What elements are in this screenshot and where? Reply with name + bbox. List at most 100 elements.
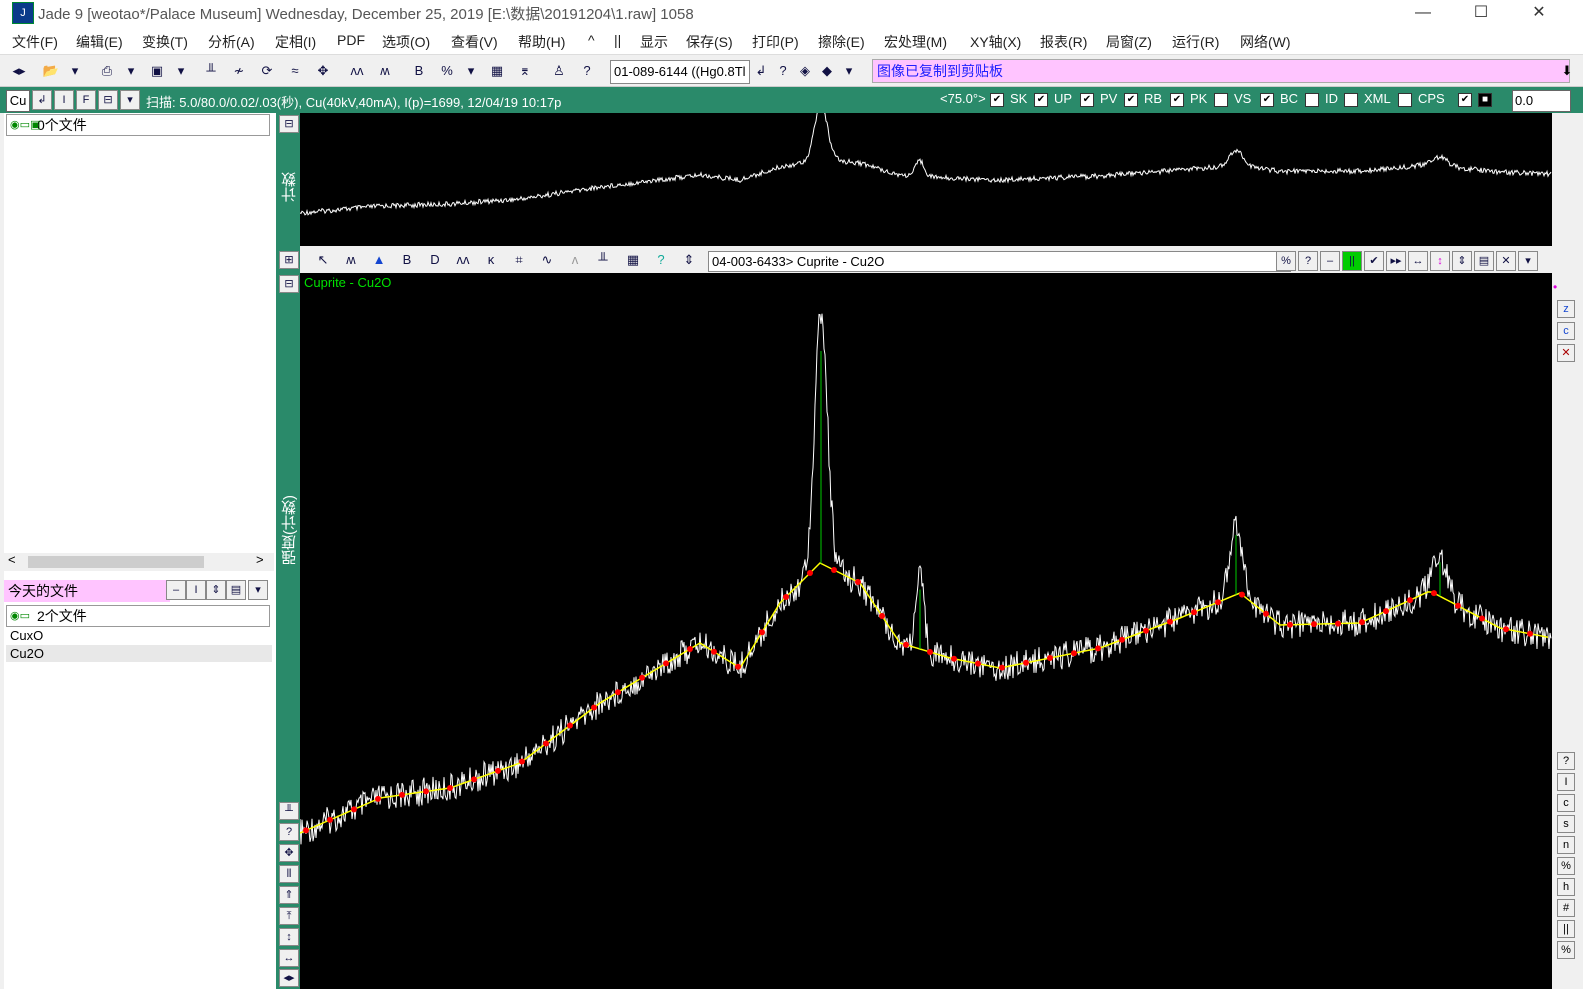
card-scale-icon[interactable]: ↕ [1430,251,1450,271]
marker-tool-icon[interactable]: ╨ [592,249,614,271]
save-dropdown-icon[interactable]: ▾ [170,60,192,82]
menu-item[interactable]: 局窗(Z) [1106,32,1152,52]
scroll-right-icon[interactable]: > [256,552,264,567]
menu-item[interactable]: 显示 [640,32,668,52]
delete-edit-icon[interactable]: D [424,249,446,271]
offset-field[interactable]: 0.0 [1512,90,1571,112]
pdf-help-icon[interactable]: ? [772,60,794,82]
checkbox-pk[interactable]: ✔ [1170,93,1184,107]
file-item[interactable]: CuxO [10,627,43,644]
menu-item[interactable]: PDF [337,32,365,48]
main-collapse-icon[interactable]: ⊟ [279,275,299,293]
side-up-icon[interactable]: ⇑ [279,886,299,904]
pdf-dropdown-icon[interactable]: ▾ [838,60,860,82]
scroll-left-icon[interactable]: < [8,552,16,567]
bg-edit-icon[interactable]: B [396,249,418,271]
cursor-icon[interactable]: I [54,90,74,110]
right-tool-button[interactable]: % [1557,857,1575,875]
background-icon[interactable]: B [408,60,430,82]
today-dropdown-icon[interactable]: ▾ [248,580,268,600]
side-scale-icon[interactable]: ⫴ [279,865,299,883]
card-minimize-icon[interactable]: – [1320,251,1340,271]
checkbox-rb[interactable]: ✔ [1124,93,1138,107]
checkbox-pv[interactable]: ✔ [1080,93,1094,107]
help-icon[interactable]: ? [576,60,598,82]
peak-shape-icon[interactable]: ʌʌ [452,249,474,271]
side-vzoom-icon[interactable]: ↕ [279,928,299,946]
menu-item[interactable]: 文件(F) [12,32,58,52]
right-tool-button[interactable]: n [1557,836,1575,854]
pattern-icon[interactable]: ≁ [228,60,250,82]
side-move-icon[interactable]: ✥ [279,844,299,862]
curve-tool-icon[interactable]: ∿ [536,249,558,271]
crystal-icon[interactable]: ⌆ [514,60,536,82]
checkbox-xml[interactable] [1344,93,1358,107]
percent-icon[interactable]: % [436,60,458,82]
menu-item[interactable]: 编辑(E) [76,32,123,52]
card-percent-icon[interactable]: % [1276,251,1296,271]
zoom-z-icon[interactable]: z [1557,300,1575,318]
enter-icon[interactable]: ↲ [32,90,52,110]
mode-checkbox[interactable]: ■ [1478,93,1492,107]
right-tool-button[interactable]: || [1557,920,1575,938]
pdf-overlay-icon[interactable]: ◈ [794,60,816,82]
profile-fit-icon[interactable]: ʍ [374,60,396,82]
checkbox-up[interactable]: ✔ [1034,93,1048,107]
minimize-button[interactable]: — [1400,0,1446,28]
card-accept-icon[interactable]: ✔ [1364,251,1384,271]
calc-icon[interactable]: ⌗ [508,249,530,271]
maximize-button[interactable]: ☐ [1458,0,1504,28]
open-dropdown-icon[interactable]: ▾ [64,60,86,82]
select-tool-icon[interactable]: ↖ [312,249,334,271]
checkbox-cps[interactable] [1398,93,1412,107]
folder-header[interactable]: 0个文件 [6,114,270,136]
save-icon[interactable]: ▣ [146,60,168,82]
file-item[interactable]: Cu2O [6,645,272,662]
right-tool-button[interactable]: ? [1557,752,1575,770]
side-bars-icon[interactable]: ╨ [279,802,299,820]
extra-checkbox[interactable]: ✔ [1458,93,1472,107]
card-shift-icon[interactable]: ↔ [1408,251,1428,271]
side-top-icon[interactable]: ⤒ [279,907,299,925]
menu-item[interactable]: 运行(R) [1172,32,1219,52]
close-button[interactable]: ✕ [1516,0,1562,28]
k-alpha-icon[interactable]: κ [480,249,502,271]
menu-item[interactable]: XY轴(X) [970,32,1021,52]
card-help-icon[interactable]: ? [1298,251,1318,271]
menu-item[interactable]: 报表(R) [1040,32,1087,52]
menu-item[interactable]: 宏处理(M) [884,32,947,52]
open-folder-icon[interactable]: 📂 [40,60,62,82]
card-forward-icon[interactable]: ▸▸ [1386,251,1406,271]
files-header[interactable]: 2个文件 [6,605,270,627]
move-icon[interactable]: ✥ [312,60,334,82]
menu-item[interactable]: 变换(T) [142,32,188,52]
right-tool-button[interactable]: h [1557,878,1575,896]
message-arrow-icon[interactable]: ⬇ [1556,60,1578,82]
peak-label-icon[interactable]: ʍ [340,249,362,271]
zoom-x-icon[interactable]: ✕ [1557,344,1575,362]
menu-item[interactable]: 保存(S) [686,32,733,52]
format-icon[interactable]: F [76,90,96,110]
checkbox-bc[interactable]: ✔ [1260,93,1274,107]
grid-icon[interactable]: ▦ [622,249,644,271]
menu-item[interactable]: || [614,32,621,48]
today-dash-icon[interactable]: – [166,580,186,600]
lock-icon[interactable]: ♙ [548,60,570,82]
status-dropdown-icon[interactable]: ▾ [120,90,140,110]
menu-item[interactable]: ^ [588,32,595,48]
pdf-card-selector[interactable]: 04-003-6433> Cuprite - Cu2O [708,251,1291,272]
plot-help-icon[interactable]: ? [650,249,672,271]
menu-item[interactable]: 擦除(E) [818,32,865,52]
peak-search-icon[interactable]: ʌʌ [346,60,368,82]
right-tool-button[interactable]: # [1557,899,1575,917]
checkbox-vs[interactable] [1214,93,1228,107]
right-tool-button[interactable]: I [1557,773,1575,791]
card-dropdown-icon[interactable]: ▾ [1518,251,1538,271]
menu-item[interactable]: 分析(A) [208,32,255,52]
checkbox-id[interactable] [1305,93,1319,107]
overview-collapse-icon[interactable]: ⊟ [279,115,299,133]
back-forward-icon[interactable]: ◂▸ [8,60,30,82]
today-cursor-icon[interactable]: I [186,580,206,600]
card-spin-icon[interactable]: ⇕ [1452,251,1472,271]
today-sort-icon[interactable]: ⇕ [206,580,226,600]
